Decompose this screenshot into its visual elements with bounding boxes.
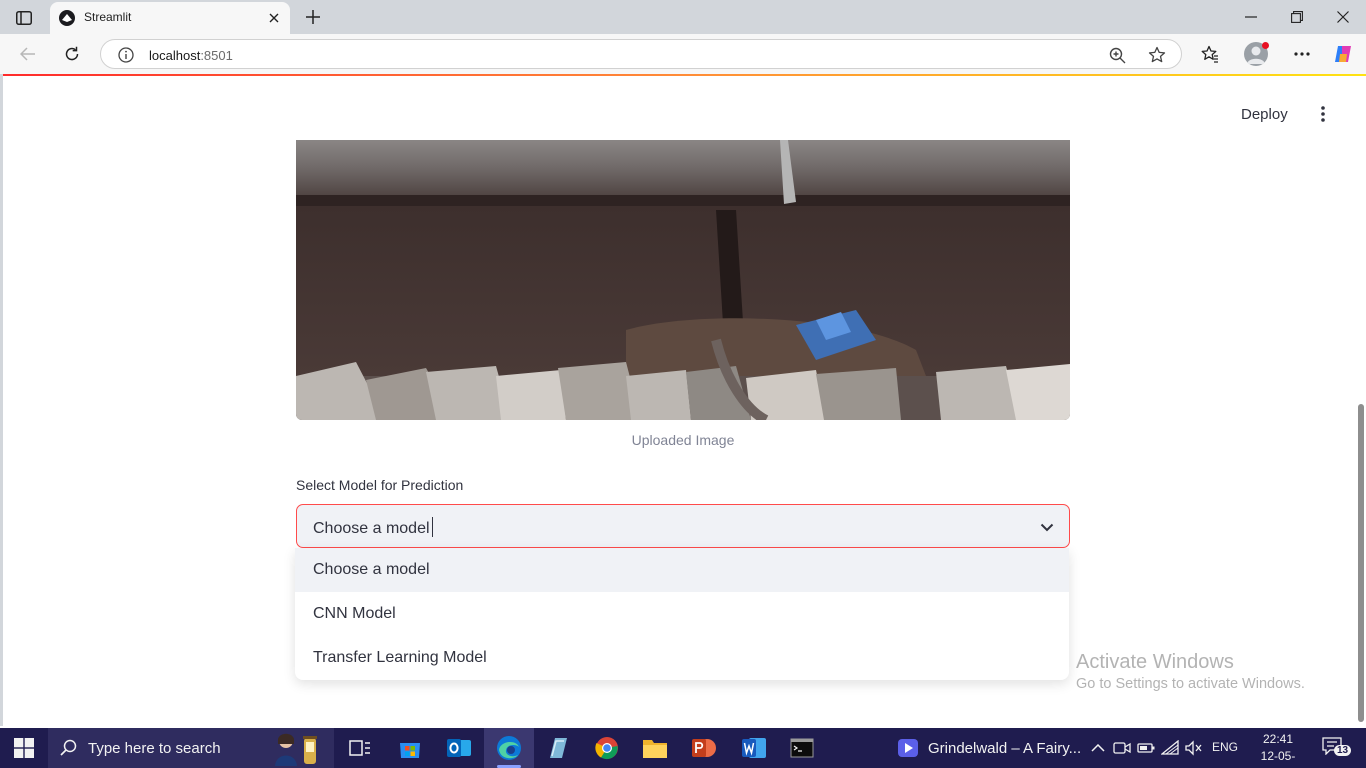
model-select[interactable]: Choose a model xyxy=(296,504,1070,548)
page-viewport: Deploy Uploaded Image Select Model for P… xyxy=(0,74,1366,726)
windows-taskbar: Type here to search Grindelwald – A Fair… xyxy=(0,728,1366,768)
back-arrow-icon[interactable] xyxy=(17,43,39,65)
deploy-button[interactable]: Deploy xyxy=(1233,102,1296,126)
microsoft-store-icon[interactable] xyxy=(396,734,424,762)
model-dropdown-menu: Choose a model CNN Model Transfer Learni… xyxy=(295,548,1069,680)
windows-start-icon[interactable] xyxy=(14,738,34,758)
plus-icon xyxy=(306,10,320,24)
media-widget[interactable]: Grindelwald – A Fairy... xyxy=(898,738,1081,758)
chevron-down-icon[interactable] xyxy=(1037,517,1057,537)
terminal-icon[interactable] xyxy=(788,734,816,762)
image-caption: Uploaded Image xyxy=(631,432,735,448)
address-host: localhost xyxy=(149,48,201,63)
clock-time: 22:41 xyxy=(1262,732,1294,746)
word-icon[interactable] xyxy=(740,734,768,762)
powerpoint-icon[interactable] xyxy=(690,734,718,762)
address-port: :8501 xyxy=(200,48,233,63)
clock-date: 12-05-2025 xyxy=(1260,749,1296,768)
tab-title: Streamlit xyxy=(84,10,132,24)
profile-alert-dot xyxy=(1262,42,1269,49)
outlook-icon[interactable] xyxy=(445,734,473,762)
address-text[interactable]: localhost:8501 xyxy=(149,48,233,63)
task-view-icon[interactable] xyxy=(346,734,374,762)
battery-icon[interactable] xyxy=(1137,739,1155,757)
new-tab-button[interactable] xyxy=(302,7,324,27)
uploaded-image xyxy=(296,140,1070,420)
star-icon[interactable] xyxy=(1147,45,1167,65)
streamlit-header-stripe xyxy=(3,74,1366,76)
system-clock[interactable]: 22:41 12-05-2025 xyxy=(1251,731,1305,768)
favorites-icon[interactable] xyxy=(1199,43,1221,65)
file-explorer-icon[interactable] xyxy=(641,734,669,762)
restore-button[interactable] xyxy=(1286,6,1308,28)
taskbar-search-placeholder: Type here to search xyxy=(88,740,221,757)
copilot-icon[interactable] xyxy=(1332,43,1354,65)
refresh-icon[interactable] xyxy=(61,43,83,65)
close-icon[interactable] xyxy=(266,10,282,26)
tab-sidebar-icon[interactable] xyxy=(12,8,36,28)
volume-muted-icon[interactable] xyxy=(1185,739,1203,757)
page-scrollbar[interactable] xyxy=(1358,404,1364,722)
text-caret xyxy=(431,517,433,537)
kebab-menu-icon[interactable] xyxy=(1313,104,1333,124)
activate-windows-subtitle: Go to Settings to activate Windows. xyxy=(1076,676,1305,692)
address-bar[interactable]: localhost:8501 xyxy=(100,39,1182,69)
model-select-value[interactable]: Choose a model xyxy=(313,517,433,538)
media-title: Grindelwald – A Fairy... xyxy=(928,739,1082,757)
meet-now-icon[interactable] xyxy=(1113,739,1131,757)
edge-browser-icon[interactable] xyxy=(495,734,523,768)
notification-center-icon[interactable]: 13 xyxy=(1322,737,1352,759)
more-icon[interactable] xyxy=(1291,43,1313,65)
info-icon[interactable] xyxy=(117,46,135,64)
dropdown-option-cnn-model[interactable]: CNN Model xyxy=(295,592,1069,636)
wifi-icon[interactable] xyxy=(1161,739,1179,757)
search-icon xyxy=(60,739,77,756)
minimize-button[interactable] xyxy=(1240,6,1262,28)
browser-toolbar: localhost:8501 xyxy=(0,34,1366,74)
window-close-button[interactable] xyxy=(1332,6,1354,28)
select-model-label: Select Model for Prediction xyxy=(296,477,464,493)
taskbar-search-box[interactable]: Type here to search xyxy=(48,728,334,768)
activate-windows-title: Activate Windows xyxy=(1076,651,1234,673)
model-select-value-text: Choose a model xyxy=(313,520,430,537)
browser-tab[interactable]: Streamlit xyxy=(50,2,290,34)
streamlit-logo-icon xyxy=(59,10,75,26)
input-language[interactable]: ENG xyxy=(1212,740,1238,754)
notepad-app-icon[interactable] xyxy=(543,734,571,762)
notification-count-badge: 13 xyxy=(1334,745,1352,756)
chrome-icon[interactable] xyxy=(593,734,621,762)
video-player-icon xyxy=(898,739,918,757)
chevron-up-icon[interactable] xyxy=(1089,739,1107,757)
dropdown-option-transfer-learning-model[interactable]: Transfer Learning Model xyxy=(295,636,1069,680)
browser-tab-bar: Streamlit xyxy=(0,0,1366,34)
zoom-icon[interactable] xyxy=(1107,45,1127,65)
dropdown-option-choose-a-model[interactable]: Choose a model xyxy=(295,548,1069,592)
